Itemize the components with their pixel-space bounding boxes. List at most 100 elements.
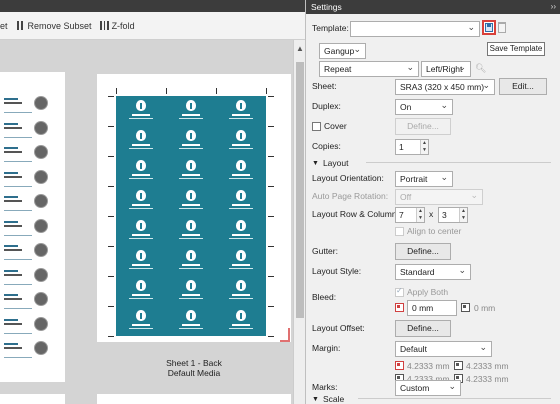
business-card[interactable]: [116, 216, 166, 246]
auto-page-rotation-select[interactable]: Off: [395, 189, 483, 205]
settings-panel: Settings ›› Template: Gangup Repeat Left…: [305, 0, 560, 404]
layout-section-header[interactable]: ▼ Layout: [312, 158, 348, 168]
business-card[interactable]: [166, 246, 216, 276]
mini-card[interactable]: [4, 315, 56, 337]
card-text-line: [182, 144, 200, 146]
layout-orientation-select[interactable]: Portrait: [395, 171, 453, 187]
layout-cols-arrows-icon[interactable]: ▲ ▼: [459, 208, 467, 222]
card-text-line: [129, 178, 153, 179]
sheet-preview-front[interactable]: [0, 72, 65, 382]
layout-rows-arrows-icon[interactable]: ▲ ▼: [416, 208, 424, 222]
sheet-select[interactable]: SRA3 (320 x 450 mm): [395, 79, 495, 95]
expand-panel-icon[interactable]: ››: [551, 0, 556, 14]
sheet-caption-title: Sheet 1 - Back: [166, 358, 222, 368]
alignment-select[interactable]: Left/Right: [421, 61, 471, 77]
business-card[interactable]: [116, 156, 166, 186]
business-card[interactable]: [116, 96, 166, 126]
template-select[interactable]: [350, 21, 480, 37]
business-card[interactable]: [116, 246, 166, 276]
mini-card-line: [4, 151, 22, 153]
layout-x-separator: x: [429, 209, 434, 219]
cover-checkbox[interactable]: [312, 122, 321, 131]
business-card[interactable]: [116, 126, 166, 156]
preview-vertical-scrollbar[interactable]: ▲: [293, 40, 305, 404]
business-card[interactable]: [166, 156, 216, 186]
sheet-preview-next-left[interactable]: [0, 394, 65, 404]
layout-rows-stepper[interactable]: 7 ▲ ▼: [395, 207, 425, 223]
business-card[interactable]: [166, 306, 216, 336]
scrollbar-thumb[interactable]: [296, 62, 304, 318]
layout-offset-define-button[interactable]: Define...: [395, 320, 451, 337]
card-text-line: [182, 324, 200, 326]
sheet-resize-corner[interactable]: [280, 328, 290, 342]
mini-card-line: [4, 273, 22, 276]
marks-select[interactable]: Custom: [395, 380, 461, 396]
business-card[interactable]: [216, 126, 266, 156]
sheet-edit-button[interactable]: Edit...: [499, 78, 547, 95]
business-card[interactable]: [166, 96, 216, 126]
repeat-select[interactable]: Repeat: [319, 61, 419, 77]
sheet-preview-next[interactable]: [97, 394, 291, 404]
bleed-value-2[interactable]: 0 mm: [474, 303, 495, 313]
mini-card[interactable]: [4, 94, 56, 116]
card-text-line: [132, 324, 150, 326]
scale-section-header[interactable]: ▼ Scale: [312, 394, 344, 404]
business-card[interactable]: [216, 276, 266, 306]
mini-card-line: [4, 112, 32, 113]
align-to-center-checkbox[interactable]: [395, 227, 404, 236]
gangup-select[interactable]: Gangup: [319, 43, 366, 59]
business-card[interactable]: [216, 156, 266, 186]
scale-section-divider: [358, 398, 551, 399]
mini-card[interactable]: [4, 168, 56, 190]
margin-left-value[interactable]: 4.2333 mm: [466, 374, 509, 384]
business-card[interactable]: [216, 216, 266, 246]
business-card[interactable]: [216, 186, 266, 216]
business-card[interactable]: [116, 276, 166, 306]
margin-top-value[interactable]: 4.2333 mm: [407, 361, 450, 371]
margin-right-value[interactable]: 4.2333 mm: [466, 361, 509, 371]
duplex-select[interactable]: On: [395, 99, 453, 115]
copies-stepper[interactable]: 1 ▲ ▼: [395, 139, 429, 155]
bleed-value-1-input[interactable]: 0 mm: [407, 300, 457, 316]
business-card[interactable]: [216, 96, 266, 126]
card-text-line: [232, 204, 250, 206]
remove-subset-button[interactable]: Remove Subset: [16, 21, 92, 31]
z-fold-button[interactable]: Z-fold: [99, 21, 135, 31]
crop-mark: [268, 96, 274, 97]
crop-mark: [268, 276, 274, 277]
business-card[interactable]: [166, 126, 216, 156]
card-logo-icon: [136, 100, 146, 111]
crop-mark: [108, 186, 114, 187]
business-card[interactable]: [166, 276, 216, 306]
toolbar-item-cut[interactable]: et: [0, 21, 8, 31]
apply-both-checkbox[interactable]: [395, 286, 404, 297]
business-card[interactable]: [116, 306, 166, 336]
mini-card[interactable]: [4, 192, 56, 214]
layout-cols-stepper[interactable]: 3 ▲ ▼: [438, 207, 468, 223]
mini-card[interactable]: [4, 217, 56, 239]
delete-template-icon[interactable]: [498, 22, 506, 33]
mini-card[interactable]: [4, 266, 56, 288]
business-card[interactable]: [166, 216, 216, 246]
crop-mark: [266, 88, 267, 94]
cover-define-button[interactable]: Define...: [395, 118, 451, 135]
mini-card[interactable]: [4, 143, 56, 165]
margin-select[interactable]: Default: [395, 341, 492, 357]
mini-card[interactable]: [4, 290, 56, 312]
business-card[interactable]: [216, 306, 266, 336]
avatar: [34, 145, 48, 159]
scroll-up-icon[interactable]: ▲: [296, 44, 304, 53]
business-card[interactable]: [216, 246, 266, 276]
mini-card[interactable]: [4, 119, 56, 141]
sheet-preview-back[interactable]: [97, 74, 291, 342]
remove-subset-icon: [16, 21, 25, 30]
save-template-button[interactable]: [482, 20, 496, 35]
mini-card[interactable]: [4, 241, 56, 263]
zoom-icon[interactable]: 🔍︎: [475, 63, 486, 74]
business-card[interactable]: [166, 186, 216, 216]
gutter-define-button[interactable]: Define...: [395, 243, 451, 260]
mini-card[interactable]: [4, 339, 56, 361]
layout-style-select[interactable]: Standard: [395, 264, 471, 280]
copies-stepper-arrows-icon[interactable]: ▲ ▼: [420, 140, 428, 154]
business-card[interactable]: [116, 186, 166, 216]
